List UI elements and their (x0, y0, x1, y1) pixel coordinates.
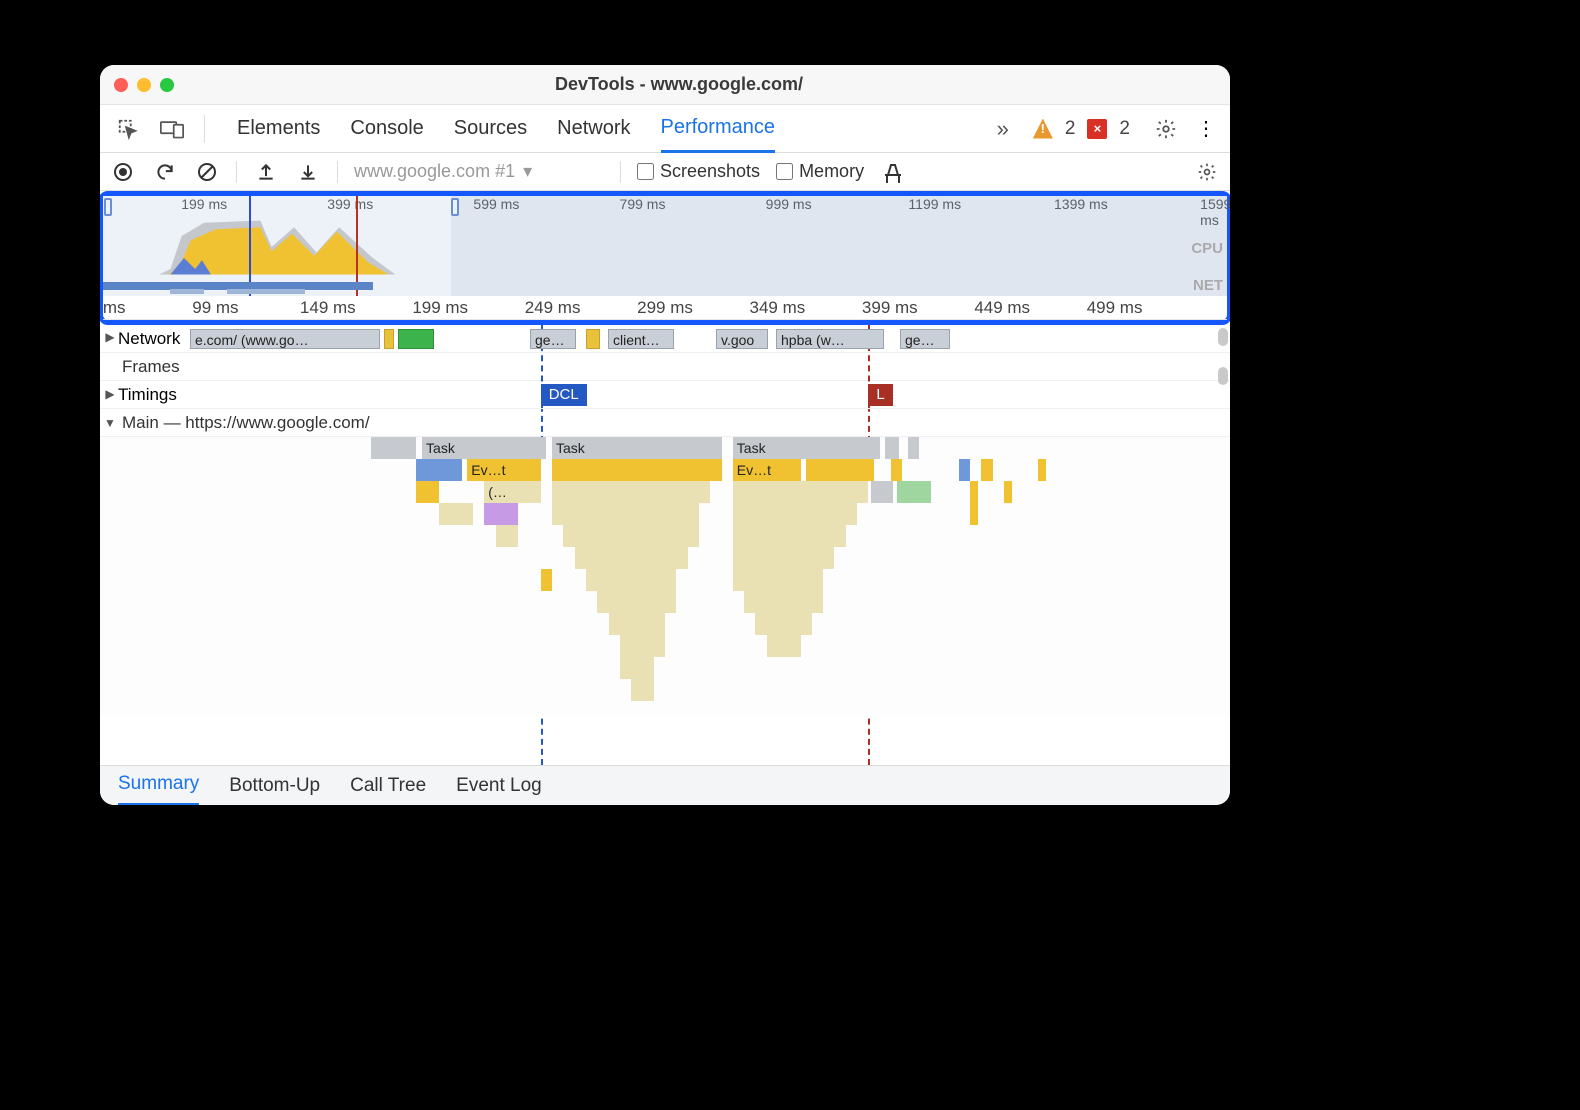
overview-timeline[interactable]: 199 ms 399 ms 599 ms 799 ms 999 ms 1199 … (103, 196, 1227, 296)
tab-console[interactable]: Console (350, 105, 423, 153)
tab-sources[interactable]: Sources (454, 105, 527, 153)
overview-cpu-chart (103, 214, 1227, 280)
inspect-icon[interactable] (110, 111, 146, 147)
frames-track[interactable]: Frames (100, 353, 1230, 381)
upload-icon[interactable] (253, 159, 279, 185)
detail-ruler[interactable]: ms 99 ms 149 ms 199 ms 249 ms 299 ms 349… (103, 296, 1227, 320)
timings-track[interactable]: ▶ Timings DCL L (100, 381, 1230, 409)
devtools-window: DevTools - www.google.com/ Elements Cons… (100, 65, 1230, 805)
memory-checkbox[interactable]: Memory (776, 161, 864, 182)
main-track-header[interactable]: ▼ Main — https://www.google.com/ (100, 409, 1230, 437)
minimize-icon[interactable] (137, 78, 151, 92)
device-toggle-icon[interactable] (154, 111, 190, 147)
capture-settings-icon[interactable] (1194, 159, 1220, 185)
tab-event-log[interactable]: Event Log (456, 766, 542, 806)
network-track[interactable]: ▶ Network e.com/ (www.go… ge… client… v.… (100, 325, 1230, 353)
screenshots-checkbox[interactable]: Screenshots (637, 161, 760, 182)
more-tabs-icon[interactable]: » (991, 116, 1015, 142)
overview-highlight: 199 ms 399 ms 599 ms 799 ms 999 ms 1199 … (100, 191, 1230, 325)
detail-tabbar: Summary Bottom-Up Call Tree Event Log (100, 765, 1230, 805)
flame-chart[interactable]: Task Task Task Ev…t Ev…t (… (100, 437, 1230, 717)
clear-icon[interactable] (194, 159, 220, 185)
dcl-marker[interactable]: DCL (541, 384, 587, 406)
collapse-icon[interactable]: ▼ (100, 416, 120, 430)
error-icon[interactable]: × (1087, 119, 1107, 139)
tab-summary[interactable]: Summary (118, 766, 199, 806)
overview-cpu-label: CPU (1191, 240, 1223, 257)
tab-bottom-up[interactable]: Bottom-Up (229, 766, 320, 806)
reload-record-icon[interactable] (152, 159, 178, 185)
warning-count[interactable]: 2 (1065, 118, 1076, 140)
tab-elements[interactable]: Elements (237, 105, 320, 153)
network-label: Network (118, 329, 180, 349)
garbage-collect-icon[interactable] (880, 159, 906, 185)
titlebar: DevTools - www.google.com/ (100, 65, 1230, 105)
record-icon[interactable] (110, 159, 136, 185)
close-icon[interactable] (114, 78, 128, 92)
kebab-menu-icon[interactable]: ⋮ (1192, 116, 1220, 141)
overview-net-label: NET (1193, 277, 1223, 294)
zoom-icon[interactable] (160, 78, 174, 92)
warning-icon[interactable]: ! (1033, 119, 1053, 139)
error-count[interactable]: 2 (1119, 118, 1130, 140)
download-icon[interactable] (295, 159, 321, 185)
panel-tabbar: Elements Console Sources Network Perform… (100, 105, 1230, 153)
timings-label: Timings (118, 385, 177, 405)
tab-call-tree[interactable]: Call Tree (350, 766, 426, 806)
tab-network[interactable]: Network (557, 105, 630, 153)
window-title: DevTools - www.google.com/ (188, 74, 1230, 95)
recording-selector[interactable]: www.google.com #1 ▾ (354, 161, 604, 182)
tracks-panel: ▶ Network e.com/ (www.go… ge… client… v.… (100, 325, 1230, 765)
tab-performance[interactable]: Performance (661, 105, 776, 153)
chevron-down-icon: ▾ (523, 161, 532, 182)
perf-toolbar: www.google.com #1 ▾ Screenshots Memory (100, 153, 1230, 191)
expand-icon[interactable]: ▶ (100, 330, 120, 344)
settings-icon[interactable] (1148, 111, 1184, 147)
expand-icon[interactable]: ▶ (100, 387, 120, 401)
load-marker[interactable]: L (868, 384, 892, 406)
